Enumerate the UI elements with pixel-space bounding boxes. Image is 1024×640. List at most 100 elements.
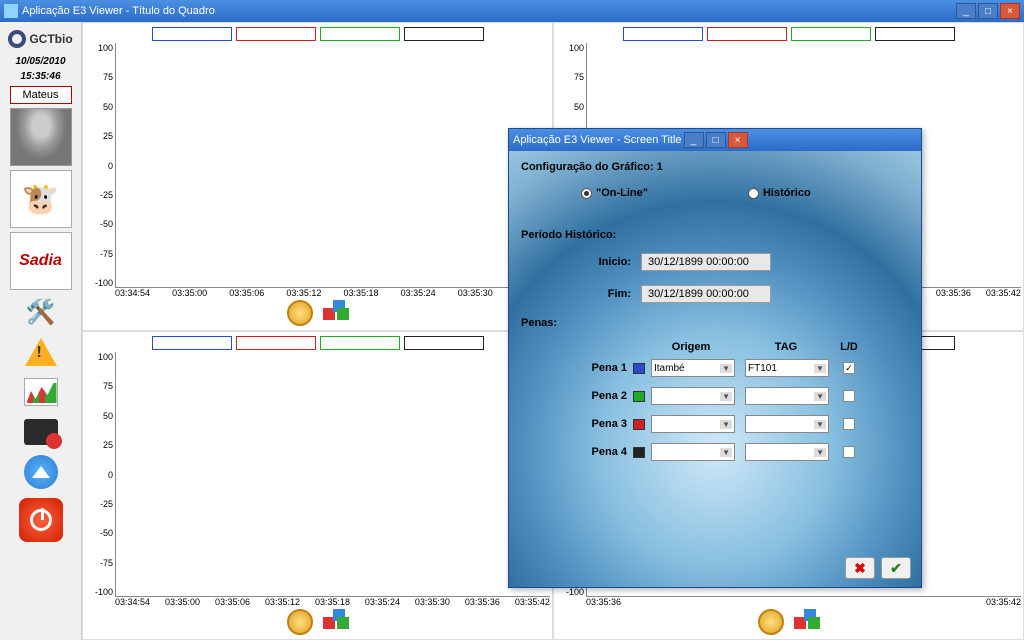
col-origin: Origem bbox=[641, 341, 741, 353]
pena-color-swatch bbox=[633, 447, 645, 458]
pena-label: Pena 3 bbox=[581, 418, 627, 430]
tag-select[interactable]: ▼ bbox=[745, 443, 829, 461]
current-time: 15:35:46 bbox=[20, 71, 60, 82]
sadia-logo: Sadia bbox=[19, 252, 62, 270]
ok-button[interactable]: ✔ bbox=[881, 557, 911, 579]
minimize-button[interactable]: _ bbox=[956, 3, 976, 19]
pena-row: Pena 2▼▼ bbox=[521, 387, 909, 405]
alerts-button[interactable] bbox=[16, 334, 66, 370]
chart-time-button[interactable] bbox=[287, 609, 313, 635]
dialog-titlebar: Aplicação E3 Viewer - Screen Title _ □ × bbox=[509, 129, 921, 151]
y-tick: -50 bbox=[100, 528, 113, 538]
power-button[interactable] bbox=[19, 498, 63, 542]
ld-checkbox[interactable] bbox=[843, 390, 855, 402]
sidebar: GCTbio 10/05/2010 15:35:46 Mateus 🐮 Sadi… bbox=[0, 22, 82, 640]
radio-online-label: "On-Line" bbox=[596, 187, 648, 199]
x-tick: 03:35:12 bbox=[286, 288, 321, 298]
maximize-button[interactable]: □ bbox=[978, 3, 998, 19]
brand-logo: GCTbio bbox=[8, 26, 72, 52]
legend-box bbox=[404, 336, 484, 350]
chart-config-button[interactable] bbox=[323, 300, 349, 320]
start-date-field[interactable]: 30/12/1899 00:00:00 bbox=[641, 253, 771, 271]
y-tick: 75 bbox=[103, 381, 113, 391]
legend-box bbox=[236, 336, 316, 350]
pena-row: Pena 4 ▼ ▼ bbox=[521, 443, 909, 461]
origin-select[interactable]: ▼ bbox=[651, 415, 735, 433]
chart-icon bbox=[24, 378, 58, 406]
y-tick: 25 bbox=[103, 131, 113, 141]
tools-button[interactable]: 🛠️ bbox=[16, 294, 66, 330]
screens-button[interactable] bbox=[16, 414, 66, 450]
y-tick: -100 bbox=[566, 587, 584, 597]
radio-historic-label: Histórico bbox=[763, 187, 811, 199]
logo-icon bbox=[8, 30, 26, 48]
ld-checkbox[interactable]: ✓ bbox=[843, 362, 855, 374]
x-tick: 03:35:00 bbox=[165, 597, 200, 607]
home-button[interactable] bbox=[16, 454, 66, 490]
pena-row: Pena 3 ▼ ▼ bbox=[521, 415, 909, 433]
origin-select[interactable]: ▼ bbox=[651, 443, 735, 461]
radio-dot-icon bbox=[748, 188, 759, 199]
y-tick: -75 bbox=[100, 249, 113, 259]
plot-area[interactable] bbox=[115, 352, 550, 597]
penas-section-label: Penas: bbox=[521, 317, 909, 329]
x-tick: 03:35:24 bbox=[401, 288, 436, 298]
chart-time-button[interactable] bbox=[758, 609, 784, 635]
pena-color-swatch bbox=[633, 363, 645, 374]
legend-box bbox=[404, 27, 484, 41]
pena-color-swatch bbox=[633, 391, 645, 402]
dialog-heading: Configuração do Gráfico: 1 bbox=[521, 161, 909, 173]
chart-time-button[interactable] bbox=[287, 300, 313, 326]
origin-select[interactable]: Itambé▼ bbox=[651, 359, 735, 377]
dialog-maximize-button[interactable]: □ bbox=[706, 132, 726, 148]
origin-select[interactable]: ▼ bbox=[651, 387, 735, 405]
chevron-down-icon: ▼ bbox=[814, 392, 826, 401]
partner-button-sadia[interactable]: Sadia bbox=[10, 232, 72, 290]
x-tick: 03:35:36 bbox=[586, 597, 621, 607]
pena-label: Pena 1 bbox=[581, 362, 627, 374]
legend-box bbox=[152, 336, 232, 350]
pena-color-swatch bbox=[633, 419, 645, 430]
ld-checkbox[interactable] bbox=[843, 446, 855, 458]
chart-config-button[interactable] bbox=[794, 609, 820, 629]
y-tick: 75 bbox=[574, 72, 584, 82]
pena-label: Pena 4 bbox=[581, 446, 627, 458]
legend-box bbox=[320, 336, 400, 350]
col-tag: TAG bbox=[741, 341, 831, 353]
y-tick: 0 bbox=[108, 470, 113, 480]
x-tick: 03:35:42 bbox=[515, 597, 550, 607]
dialog-minimize-button[interactable]: _ bbox=[684, 132, 704, 148]
end-date-field[interactable]: 30/12/1899 00:00:00 bbox=[641, 285, 771, 303]
user-photo bbox=[10, 108, 72, 166]
radio-historic[interactable]: Histórico bbox=[748, 187, 811, 199]
partner-button-cow[interactable]: 🐮 bbox=[10, 170, 72, 228]
x-tick: 03:35:36 bbox=[936, 288, 971, 298]
close-button[interactable]: × bbox=[1000, 3, 1020, 19]
col-ld: L/D bbox=[831, 341, 867, 353]
dialog-close-button[interactable]: × bbox=[728, 132, 748, 148]
x-tick: 03:35:18 bbox=[315, 597, 350, 607]
chart-config-button[interactable] bbox=[323, 609, 349, 629]
y-tick: -50 bbox=[100, 219, 113, 229]
main-titlebar: Aplicação E3 Viewer - Título do Quadro _… bbox=[0, 0, 1024, 22]
chevron-down-icon: ▼ bbox=[720, 392, 732, 401]
ld-checkbox[interactable] bbox=[843, 418, 855, 430]
trends-button[interactable] bbox=[16, 374, 66, 410]
pena-row: Pena 1 Itambé▼ FT101▼ ✓ bbox=[521, 359, 909, 377]
chevron-down-icon: ▼ bbox=[720, 364, 732, 373]
brand-text: GCTbio bbox=[29, 32, 72, 46]
plot-area[interactable] bbox=[115, 43, 550, 288]
cancel-button[interactable]: ✖ bbox=[845, 557, 875, 579]
start-label: Inicio: bbox=[581, 256, 631, 268]
legend-box bbox=[791, 27, 871, 41]
tag-select[interactable]: ▼ bbox=[745, 387, 829, 405]
y-tick: 0 bbox=[108, 161, 113, 171]
x-tick: 03:34:54 bbox=[115, 288, 150, 298]
tag-select[interactable]: FT101▼ bbox=[745, 359, 829, 377]
app-icon bbox=[4, 4, 18, 18]
period-section-label: Período Histórico: bbox=[521, 229, 909, 241]
radio-online[interactable]: "On-Line" bbox=[581, 187, 648, 199]
tag-select[interactable]: ▼ bbox=[745, 415, 829, 433]
y-tick: -25 bbox=[100, 499, 113, 509]
end-label: Fim: bbox=[581, 288, 631, 300]
